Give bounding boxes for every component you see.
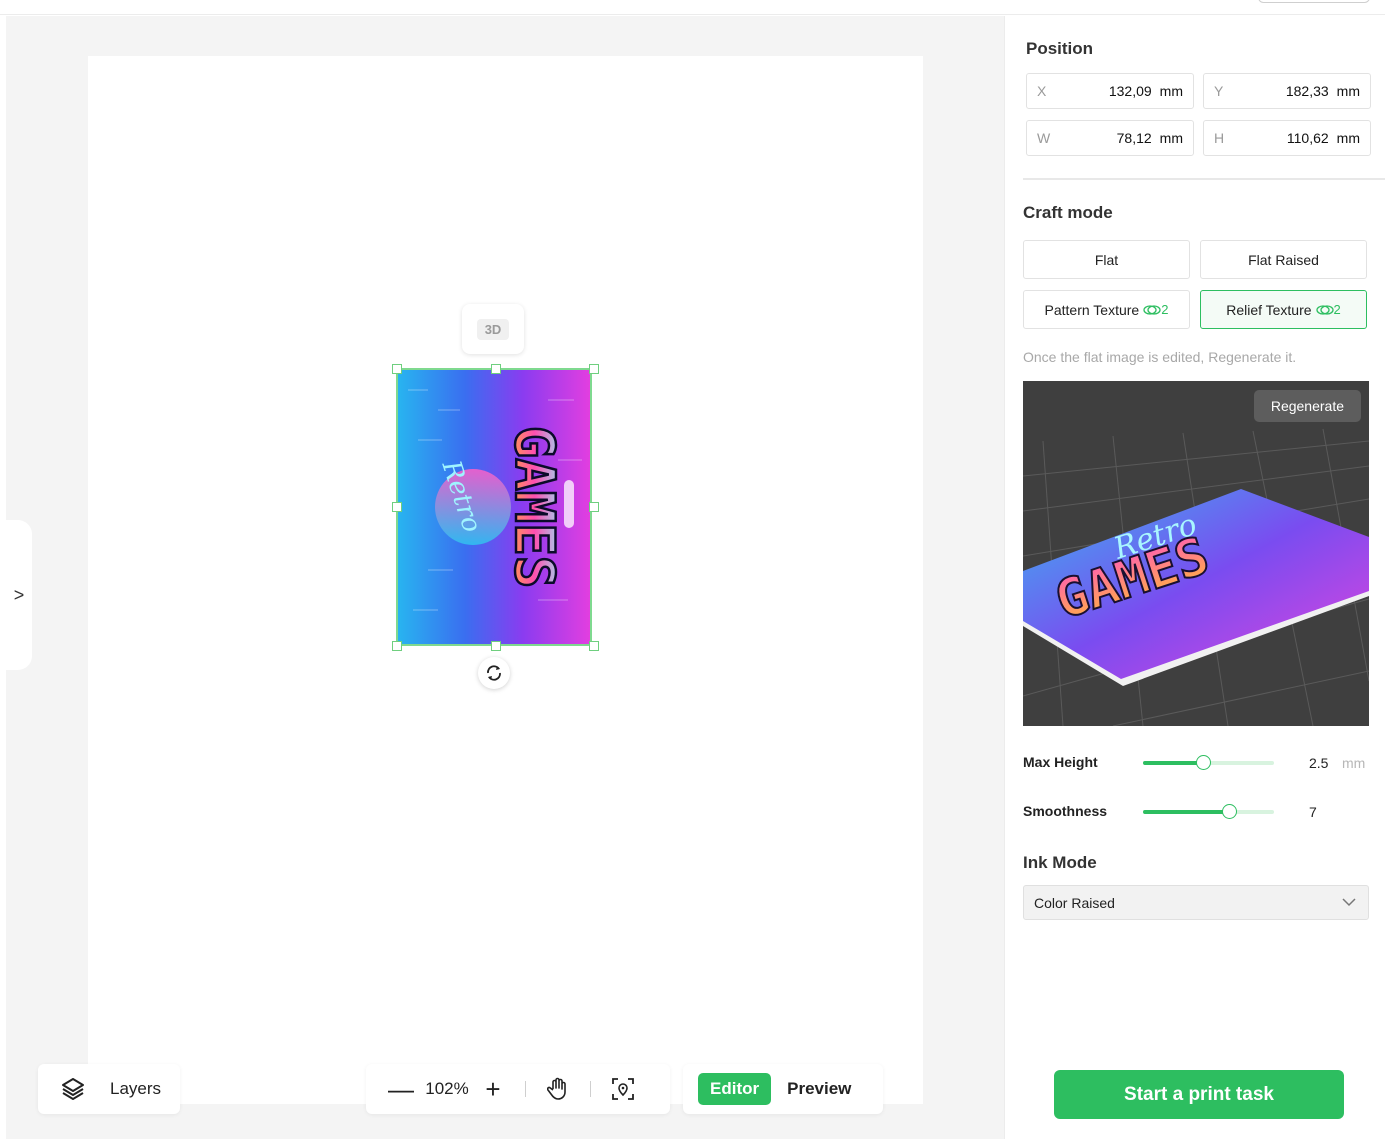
craft-flat-button[interactable]: Flat [1023, 240, 1190, 279]
3d-preview-viewport[interactable]: Retro GAMES Regenerate [1023, 381, 1369, 726]
toolbar-divider [590, 1081, 591, 1097]
regenerate-hint: Once the flat image is edited, Regenerat… [1023, 349, 1297, 365]
x-key: X [1037, 83, 1047, 99]
resize-handle-bottom[interactable] [491, 641, 501, 651]
editor-tab[interactable]: Editor [698, 1073, 772, 1105]
canvas-area[interactable]: > 3D GAMES Retro [6, 16, 1004, 1139]
position-title: Position [1026, 39, 1094, 58]
locate-button[interactable] [605, 1071, 641, 1107]
y-unit: mm [1336, 83, 1360, 99]
rotate-icon [487, 665, 501, 681]
smoothness-slider-handle[interactable] [1222, 804, 1238, 819]
craft-pattern-texture-button[interactable]: Pattern Texture 2 [1023, 290, 1190, 329]
max-height-slider[interactable] [1143, 755, 1274, 770]
section-divider [1023, 178, 1385, 180]
smoothness-slider[interactable] [1143, 804, 1274, 819]
resize-handle-top[interactable] [491, 364, 501, 374]
ink-mode-select[interactable]: Color Raised [1023, 885, 1369, 920]
craft-relief-texture-button[interactable]: Relief Texture 2 [1200, 290, 1367, 329]
rotate-button[interactable] [478, 657, 510, 689]
3d-preview-scene: Retro GAMES [1023, 428, 1369, 726]
hand-pan-button[interactable] [540, 1071, 576, 1107]
credit-cost-value: 2 [1161, 302, 1169, 317]
coins-icon [1143, 304, 1161, 315]
zoom-value: 102% [425, 1079, 469, 1098]
regenerate-button[interactable]: Regenerate [1253, 390, 1361, 422]
view-mode-switch: Editor Preview [683, 1064, 883, 1114]
ink-mode-title: Ink Mode [1023, 853, 1097, 872]
chevron-right-icon: > [13, 584, 25, 605]
3d-badge-container[interactable]: 3D [462, 304, 524, 354]
coins-icon [1315, 304, 1334, 315]
smoothness-slider-fill [1143, 810, 1230, 814]
max-height-slider-fill [1143, 761, 1204, 765]
zoom-in-button[interactable]: + [475, 1071, 511, 1107]
hand-pan-icon [547, 1077, 566, 1100]
start-print-task-button[interactable]: Start a print task [1054, 1070, 1344, 1119]
layers-icon [62, 1078, 84, 1100]
craft-flat-raised-button[interactable]: Flat Raised [1200, 240, 1367, 279]
resize-handle-left[interactable] [392, 502, 402, 512]
3d-badge[interactable]: 3D [476, 318, 510, 340]
max-height-value: 2.5 [1309, 755, 1329, 771]
zoom-out-icon: — [388, 1073, 414, 1104]
resize-handle-right[interactable] [589, 502, 599, 512]
w-unit: mm [1159, 130, 1183, 146]
properties-panel: Position X 132,09 mm Y 182,33 mm W 78,12… [1004, 16, 1385, 1139]
zoom-in-icon: + [485, 1073, 501, 1104]
h-value[interactable]: 110,62 [1234, 130, 1329, 146]
credit-cost: 2 [1143, 302, 1168, 317]
h-unit: mm [1336, 130, 1360, 146]
resize-handle-bottom-left[interactable] [392, 641, 402, 651]
max-height-unit: mm [1342, 755, 1366, 771]
smoothness-value: 7 [1309, 804, 1317, 820]
locate-icon [612, 1078, 634, 1100]
craft-flat-label: Flat [1094, 251, 1119, 268]
chevron-down-icon [1342, 898, 1356, 907]
size-w-field[interactable]: W 78,12 mm [1026, 120, 1194, 156]
expand-sidebar-button[interactable]: > [6, 520, 32, 670]
max-height-slider-row: Max Height 2.5 mm [1023, 754, 1369, 774]
craft-relief-texture-label: Relief Texture [1226, 301, 1312, 318]
top-bar-button[interactable] [1258, 0, 1370, 3]
craft-flat-raised-label: Flat Raised [1248, 251, 1319, 268]
zoom-out-button[interactable]: — [383, 1071, 419, 1107]
resize-handle-bottom-right[interactable] [589, 641, 599, 651]
credit-cost: 2 [1315, 302, 1341, 317]
ink-mode-selected: Color Raised [1034, 894, 1115, 911]
size-h-field[interactable]: H 110,62 mm [1203, 120, 1371, 156]
x-unit: mm [1159, 83, 1183, 99]
y-key: Y [1214, 83, 1224, 99]
selected-image-frame[interactable]: GAMES Retro [392, 364, 599, 651]
smoothness-slider-row: Smoothness 7 [1023, 803, 1369, 823]
resize-handle-top-left[interactable] [392, 364, 402, 374]
layers-button[interactable]: Layers [38, 1064, 180, 1114]
artwork-title-main: GAMES [503, 426, 566, 589]
position-y-field[interactable]: Y 182,33 mm [1203, 73, 1371, 109]
resize-handle-top-right[interactable] [589, 364, 599, 374]
max-height-slider-handle[interactable] [1196, 755, 1212, 770]
x-value[interactable]: 132,09 [1057, 83, 1152, 99]
max-height-label: Max Height [1023, 754, 1098, 770]
h-key: H [1214, 130, 1225, 146]
y-value[interactable]: 182,33 [1234, 83, 1329, 99]
credit-cost-value: 2 [1333, 302, 1341, 317]
layers-label: Layers [110, 1079, 162, 1098]
retro-games-artwork[interactable]: GAMES Retro [398, 370, 590, 644]
craft-pattern-texture-label: Pattern Texture [1044, 301, 1140, 318]
preview-tab[interactable]: Preview [787, 1079, 851, 1099]
zoom-toolbar: — 102% + [366, 1064, 670, 1114]
top-bar [0, 0, 1385, 15]
smoothness-label: Smoothness [1023, 803, 1108, 819]
w-key: W [1037, 130, 1051, 146]
craft-mode-title: Craft mode [1023, 203, 1113, 222]
position-x-field[interactable]: X 132,09 mm [1026, 73, 1194, 109]
toolbar-divider [525, 1081, 526, 1097]
w-value[interactable]: 78,12 [1057, 130, 1152, 146]
